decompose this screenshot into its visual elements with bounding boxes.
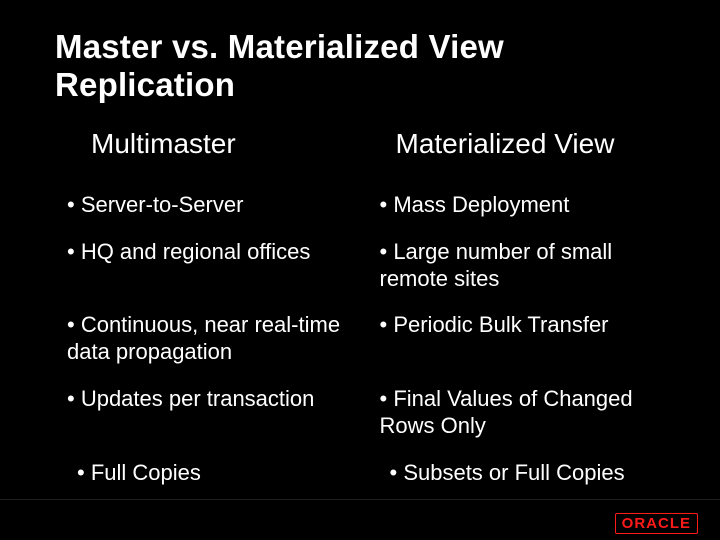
- column-right: Materialized View: [368, 128, 681, 182]
- cell-right: • Large number of small remote sites: [368, 229, 681, 303]
- footer-divider: [0, 499, 720, 500]
- table-row: • Continuous, near real-time data propag…: [55, 302, 680, 376]
- slide: Master vs. Materialized View Replication…: [0, 0, 720, 540]
- column-left: Multimaster: [55, 128, 368, 182]
- cell-right: • Mass Deployment: [368, 182, 681, 229]
- cell-left: • Continuous, near real-time data propag…: [55, 302, 368, 376]
- column-header-right: Materialized View: [368, 128, 681, 160]
- cell-left: • HQ and regional offices: [55, 229, 368, 303]
- table-row: • Full Copies • Subsets or Full Copies: [55, 450, 680, 497]
- cell-right: • Final Values of Changed Rows Only: [368, 376, 681, 450]
- cell-left: • Server-to-Server: [55, 182, 368, 229]
- footer: ORACLE: [615, 513, 698, 534]
- table-row: • Updates per transaction • Final Values…: [55, 376, 680, 450]
- cell-left: • Full Copies: [55, 450, 368, 497]
- cell-right: • Periodic Bulk Transfer: [368, 302, 681, 376]
- cell-right: • Subsets or Full Copies: [368, 450, 681, 497]
- table-row: • Server-to-Server • Mass Deployment: [55, 182, 680, 229]
- slide-title: Master vs. Materialized View Replication: [55, 28, 680, 104]
- table-row: • HQ and regional offices • Large number…: [55, 229, 680, 303]
- column-headers-row: Multimaster Materialized View: [55, 128, 680, 182]
- oracle-logo: ORACLE: [615, 513, 698, 534]
- cell-left: • Updates per transaction: [55, 376, 368, 450]
- column-header-left: Multimaster: [55, 128, 368, 160]
